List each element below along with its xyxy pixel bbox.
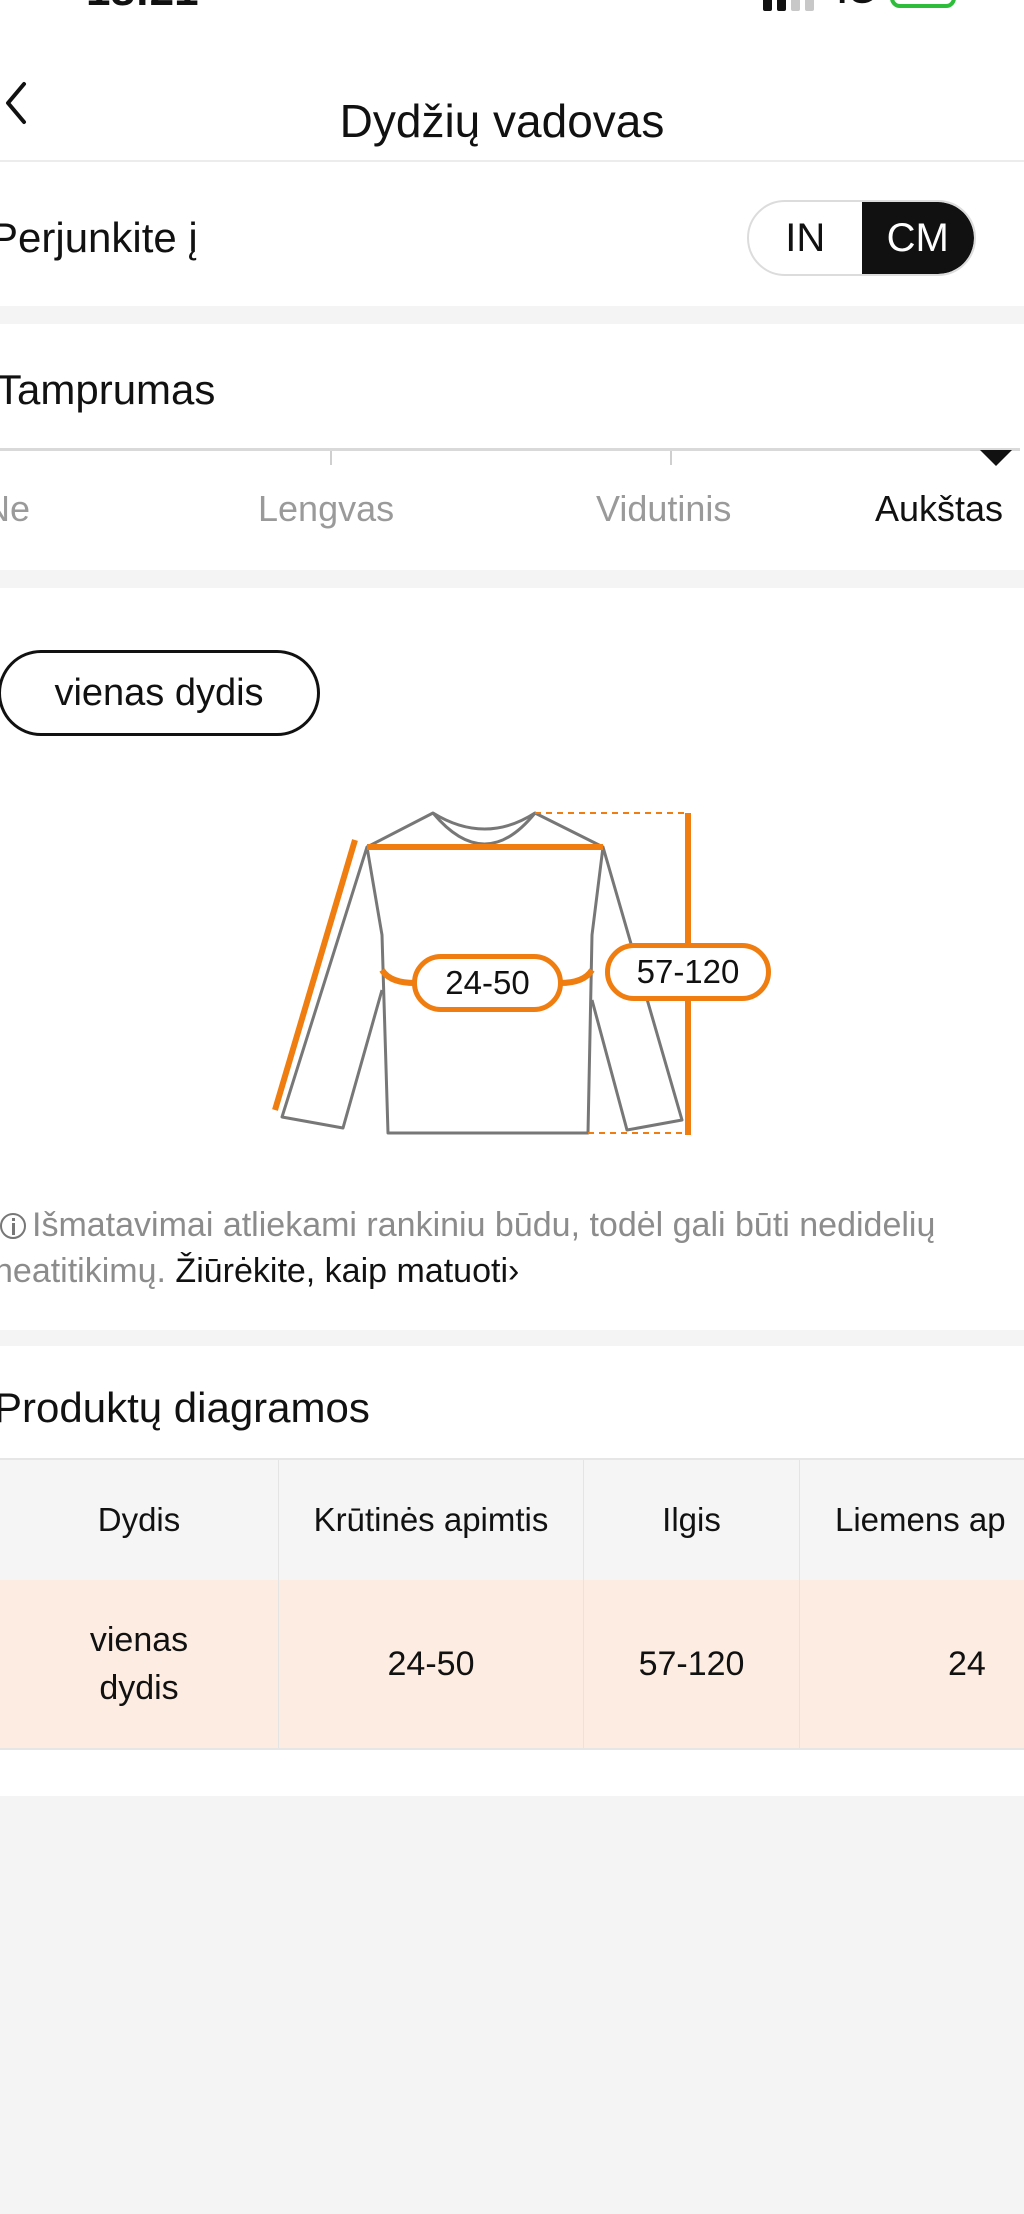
size-chip[interactable]: vienas dydis	[0, 650, 320, 736]
cell-size: vienas dydis	[0, 1580, 279, 1748]
unit-toggle[interactable]: IN CM	[747, 200, 976, 276]
cell-chest: 24-50	[279, 1580, 584, 1748]
info-icon	[0, 1213, 26, 1239]
header-waist: Liemens ap	[835, 1501, 1006, 1538]
size-table: Dydis Krūtinės apimtis Ilgis Liemens ap …	[0, 1458, 1024, 1750]
table-row: vienas dydis 24-50 57-120 24	[0, 1580, 1024, 1750]
cell-waist: 24	[948, 1645, 986, 1683]
how-to-measure-link[interactable]: Žiūrėkite, kaip matuoti	[175, 1252, 508, 1290]
table-header: Dydis Krūtinės apimtis Ilgis Liemens ap	[0, 1458, 1024, 1582]
stretch-level-ne: Ne	[0, 488, 31, 529]
stretch-tick	[670, 451, 672, 465]
signal-icon	[762, 0, 814, 11]
stretch-marker-icon	[980, 450, 1012, 466]
status-time: 18:21	[86, 0, 199, 16]
stretch-tick	[330, 451, 332, 465]
chest-measurement-label: 24-50	[412, 954, 563, 1012]
stretch-level-lengvas: Lengvas	[258, 488, 395, 529]
stretch-level-vidutinis: Vidutinis	[596, 488, 732, 529]
header-length: Ilgis	[584, 1460, 800, 1580]
product-chart-title: Produktų diagramos	[0, 1384, 370, 1431]
status-bar: 18:21 4G	[0, 0, 1024, 20]
status-indicators: 4G	[762, 0, 956, 12]
garment-diagram: 24-50 57-120	[270, 805, 771, 1140]
section-divider	[0, 306, 1024, 324]
cell-length: 57-120	[584, 1580, 800, 1748]
size-chip-label: vienas dydis	[54, 671, 264, 714]
unit-option-cm[interactable]: CM	[861, 202, 974, 274]
measurement-note: Išmatavimai atliekami rankiniu būdu, tod…	[0, 1202, 1024, 1294]
nav-bar: Dydžių vadovas	[0, 20, 1024, 162]
unit-switch-label: Perjunkite į	[0, 214, 198, 261]
chevron-right-icon[interactable]: ›	[508, 1252, 519, 1290]
network-label: 4G	[828, 0, 876, 12]
battery-icon	[890, 0, 956, 8]
section-divider	[0, 570, 1024, 588]
page-bottom-area	[0, 1796, 1024, 2214]
length-measurement-label: 57-120	[605, 943, 771, 1001]
section-divider	[0, 1330, 1024, 1346]
page-title: Dydžių vadovas	[339, 95, 665, 147]
stretch-title: Tamprumas	[0, 366, 216, 413]
stretch-scale	[0, 448, 1020, 451]
header-chest: Krūtinės apimtis	[279, 1460, 584, 1580]
stretch-level-aukstas: Aukštas	[875, 488, 1004, 529]
unit-option-in[interactable]: IN	[749, 202, 862, 274]
header-size: Dydis	[0, 1460, 279, 1580]
